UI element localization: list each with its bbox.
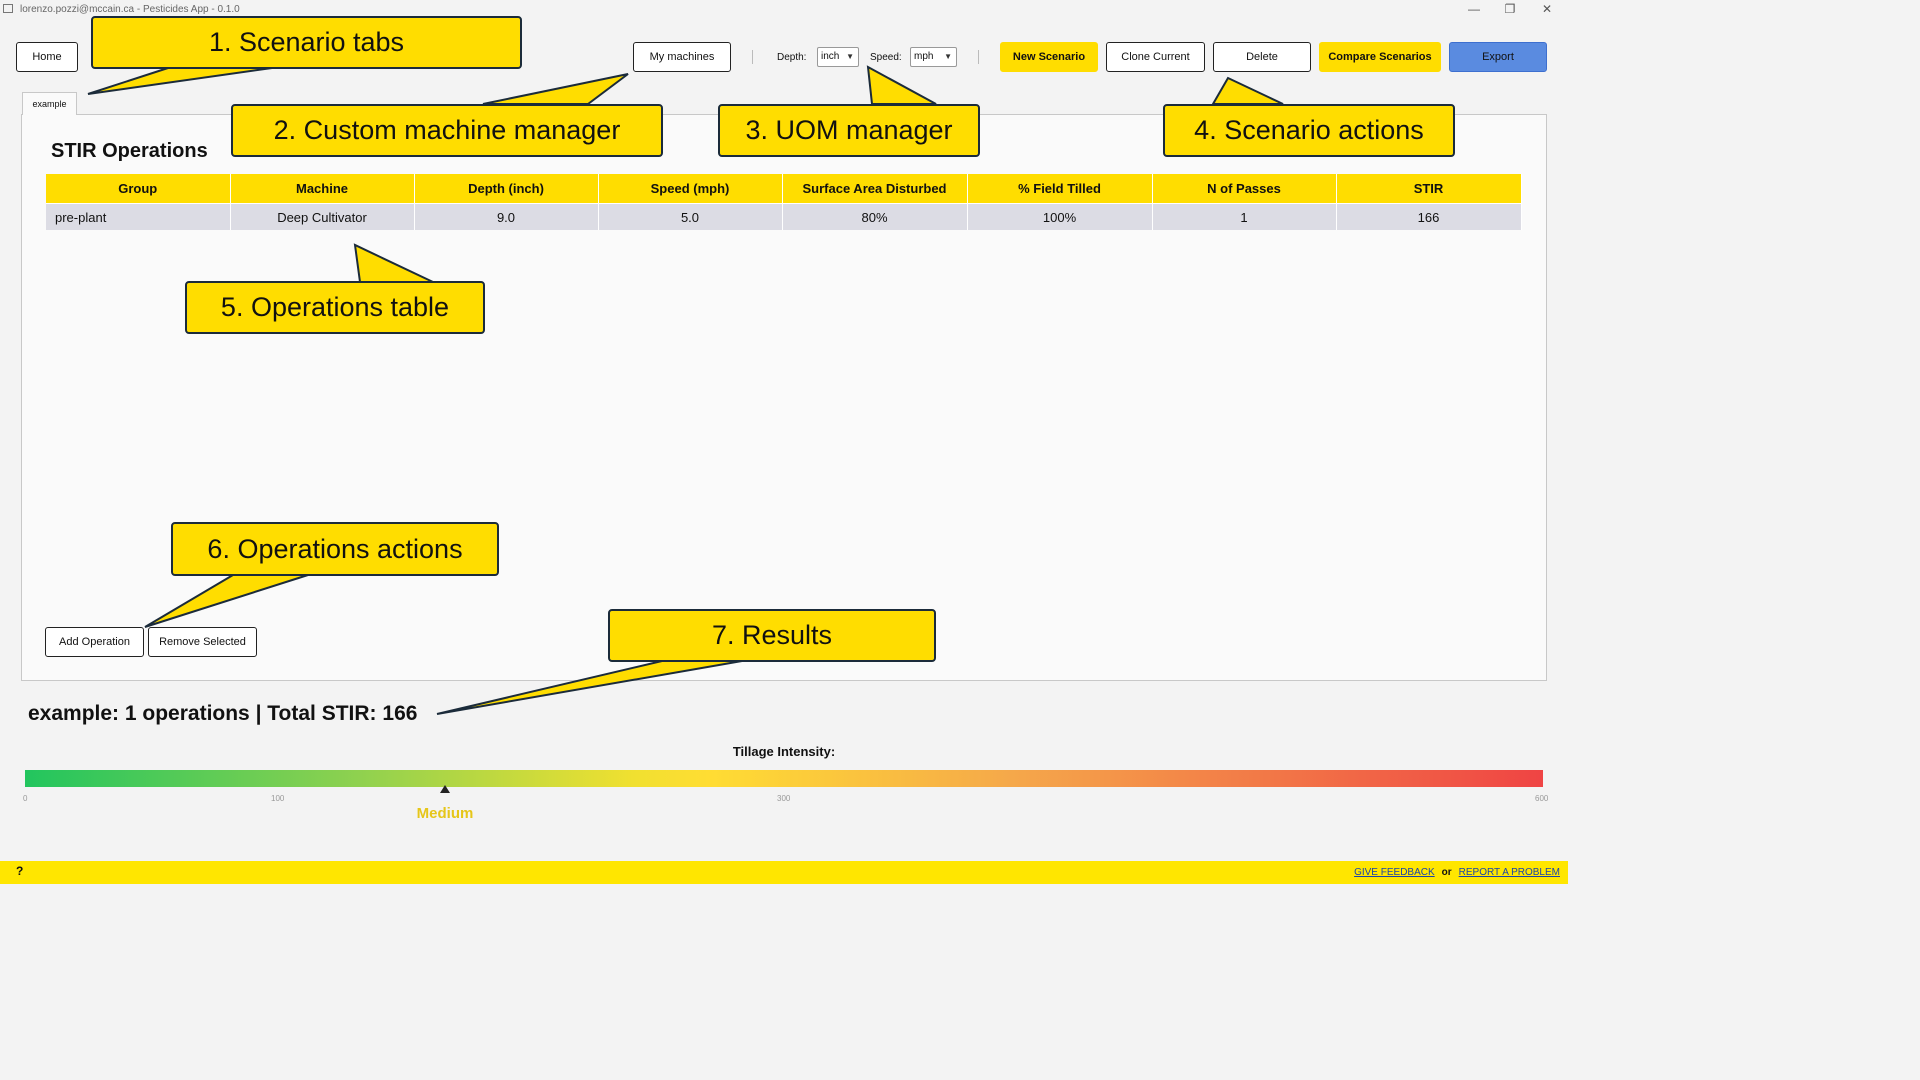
delete-scenario-button[interactable]: Delete xyxy=(1213,42,1311,72)
table-header-row: Group Machine Depth (inch) Speed (mph) S… xyxy=(46,174,1522,204)
column-header-depth[interactable]: Depth (inch) xyxy=(414,174,599,204)
callout-pointer-2 xyxy=(482,73,629,105)
export-button[interactable]: Export xyxy=(1449,42,1547,72)
help-button[interactable]: ? xyxy=(16,864,23,878)
depth-label: Depth: xyxy=(777,52,807,63)
column-header-stir[interactable]: STIR xyxy=(1336,174,1522,204)
intensity-marker-icon xyxy=(440,785,450,793)
new-scenario-button[interactable]: New Scenario xyxy=(1000,42,1098,72)
intensity-tick: 0 xyxy=(23,794,28,803)
window-title: lorenzo.pozzi@mccain.ca - Pesticides App… xyxy=(20,4,240,15)
toolbar-separator xyxy=(752,50,753,64)
column-header-speed[interactable]: Speed (mph) xyxy=(598,174,783,204)
cell-speed[interactable]: 5.0 xyxy=(598,203,783,230)
callout-scenario-actions: 4. Scenario actions xyxy=(1163,104,1455,157)
tillage-intensity-label: Tillage Intensity: xyxy=(732,744,836,759)
minimize-icon[interactable]: — xyxy=(1463,1,1485,17)
intensity-tick: 600 xyxy=(1535,794,1549,803)
my-machines-button[interactable]: My machines xyxy=(633,42,731,72)
operations-table: Group Machine Depth (inch) Speed (mph) S… xyxy=(46,174,1522,230)
remove-selected-button[interactable]: Remove Selected xyxy=(148,627,257,657)
callout-operations-actions: 6. Operations actions xyxy=(171,522,499,576)
cell-field-tilled[interactable]: 100% xyxy=(967,203,1153,230)
tab-example[interactable]: example xyxy=(22,92,77,115)
callout-pointer-3 xyxy=(866,65,937,105)
callout-custom-machine-manager: 2. Custom machine manager xyxy=(231,104,663,157)
app-icon xyxy=(3,4,13,13)
cell-group[interactable]: pre-plant xyxy=(46,203,231,230)
home-button[interactable]: Home xyxy=(16,42,78,72)
speed-unit-value: mph xyxy=(914,51,934,62)
cell-machine[interactable]: Deep Cultivator xyxy=(230,203,415,230)
cell-passes[interactable]: 1 xyxy=(1152,203,1337,230)
depth-unit-select[interactable]: inch ▼ xyxy=(817,47,859,67)
column-header-field-tilled[interactable]: % Field Tilled xyxy=(967,174,1153,204)
depth-unit-value: inch xyxy=(821,51,840,62)
add-operation-button[interactable]: Add Operation xyxy=(45,627,144,657)
speed-unit-select[interactable]: mph ▼ xyxy=(910,47,957,67)
callout-pointer-1 xyxy=(87,67,273,95)
intensity-tick: 300 xyxy=(777,794,791,803)
column-header-passes[interactable]: N of Passes xyxy=(1152,174,1337,204)
footer-or-text: or xyxy=(1441,867,1452,878)
callout-scenario-tabs: 1. Scenario tabs xyxy=(91,16,522,69)
compare-scenarios-button[interactable]: Compare Scenarios xyxy=(1319,42,1441,72)
footer-bar: ? GIVE FEEDBACK or REPORT A PROBLEM xyxy=(0,861,1568,884)
speed-label: Speed: xyxy=(870,52,902,63)
footer-links: GIVE FEEDBACK or REPORT A PROBLEM xyxy=(1354,867,1560,878)
restore-icon[interactable]: ❐ xyxy=(1499,1,1521,17)
cell-surface-area[interactable]: 80% xyxy=(782,203,968,230)
cell-stir: 166 xyxy=(1336,203,1522,230)
section-title: STIR Operations xyxy=(51,140,208,162)
report-problem-link[interactable]: REPORT A PROBLEM xyxy=(1459,867,1560,878)
column-header-surface-area[interactable]: Surface Area Disturbed xyxy=(782,174,968,204)
chevron-down-icon: ▼ xyxy=(846,52,854,61)
close-icon[interactable]: ✕ xyxy=(1536,1,1558,17)
tillage-intensity-bar xyxy=(25,770,1543,787)
callout-operations-table: 5. Operations table xyxy=(185,281,485,334)
column-header-machine[interactable]: Machine xyxy=(230,174,415,204)
chevron-down-icon: ▼ xyxy=(944,52,952,61)
intensity-level: Medium xyxy=(416,805,474,822)
table-row[interactable]: pre-plant Deep Cultivator 9.0 5.0 80% 10… xyxy=(46,203,1522,230)
intensity-tick: 100 xyxy=(271,794,285,803)
callout-results: 7. Results xyxy=(608,609,936,662)
callout-uom-manager: 3. UOM manager xyxy=(718,104,980,157)
callout-pointer-4 xyxy=(1211,76,1284,105)
results-summary: example: 1 operations | Total STIR: 166 xyxy=(28,702,418,725)
clone-current-button[interactable]: Clone Current xyxy=(1106,42,1205,72)
give-feedback-link[interactable]: GIVE FEEDBACK xyxy=(1354,867,1435,878)
toolbar-separator xyxy=(978,50,979,64)
column-header-group[interactable]: Group xyxy=(46,174,231,204)
cell-depth[interactable]: 9.0 xyxy=(414,203,599,230)
